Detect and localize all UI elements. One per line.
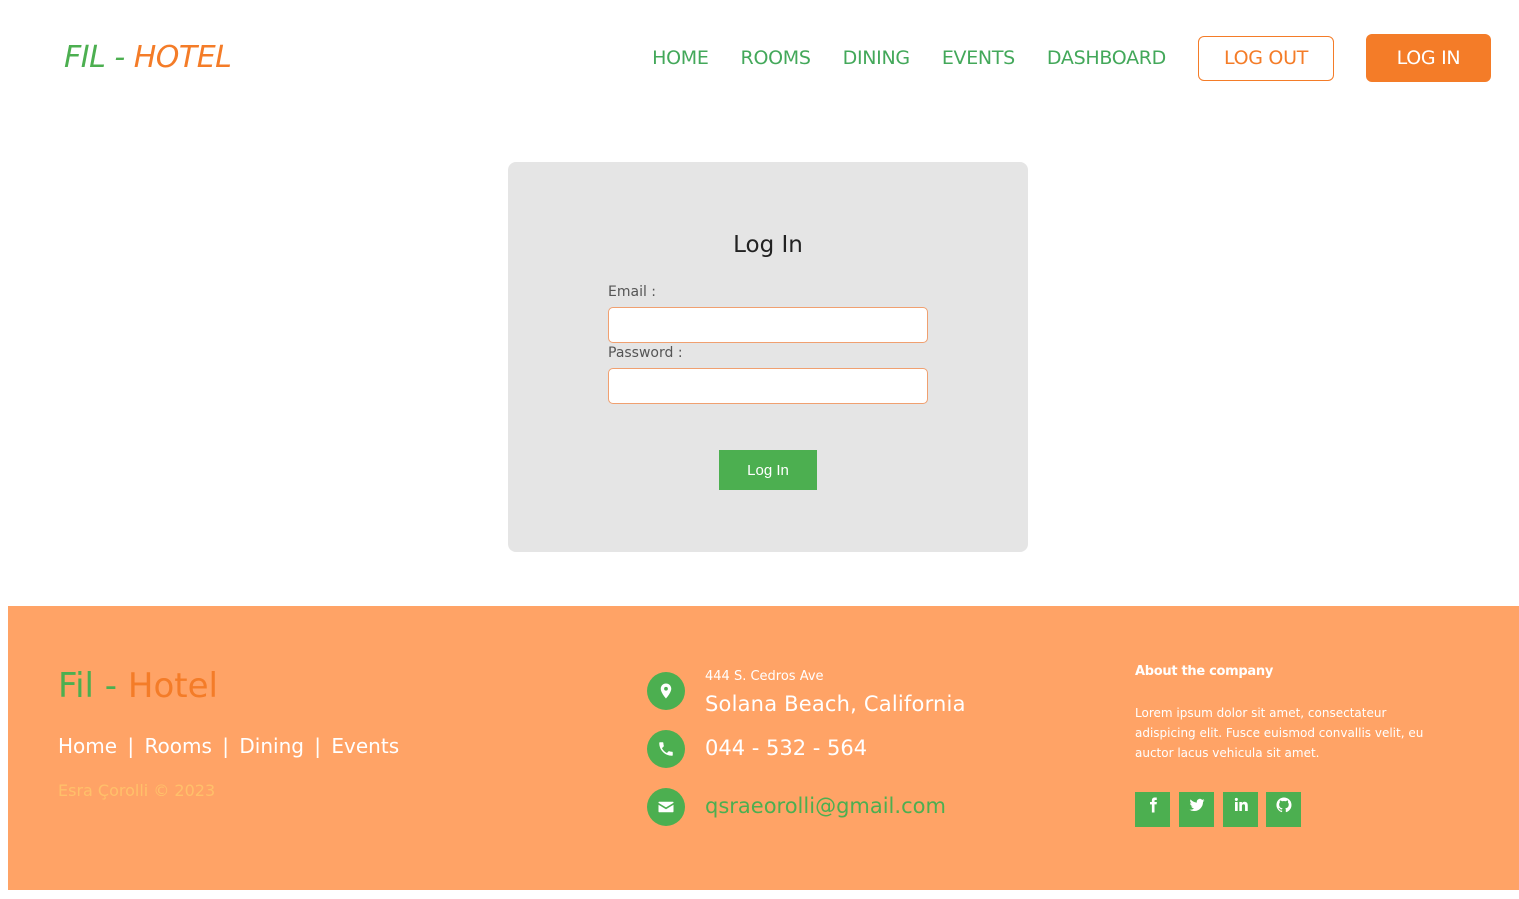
login-card: Log In Email : Password : Log In: [508, 162, 1028, 552]
twitter-icon[interactable]: [1179, 792, 1214, 827]
linkedin-icon[interactable]: [1223, 792, 1258, 827]
about-title: About the company: [1135, 664, 1273, 679]
footer-link-separator: |: [222, 734, 230, 758]
login-submit-button[interactable]: Log In: [719, 450, 817, 490]
address-street: 444 S. Cedros Ave: [705, 669, 824, 684]
footer-link-rooms[interactable]: Rooms: [145, 734, 212, 758]
footer-link-dining[interactable]: Dining: [239, 734, 304, 758]
address-city: Solana Beach, California: [705, 692, 966, 716]
copyright-text: Esra Çorolli © 2023: [58, 781, 216, 800]
map-pin-icon: [647, 672, 685, 710]
footer-brand-hotel: Hotel: [127, 666, 218, 706]
footer-link-home[interactable]: Home: [58, 734, 117, 758]
main-nav: HOME ROOMS DINING EVENTS DASHBOARD LOG O…: [652, 34, 1491, 82]
github-icon[interactable]: [1266, 792, 1301, 827]
email-label: Email :: [608, 284, 657, 300]
nav-dining[interactable]: DINING: [843, 47, 910, 69]
nav-events[interactable]: EVENTS: [942, 47, 1015, 69]
contact-email[interactable]: qsraeorolli@gmail.com: [705, 794, 946, 818]
footer-links: Home | Rooms | Dining | Events: [58, 734, 399, 758]
password-field[interactable]: [608, 368, 928, 404]
about-text: Lorem ipsum dolor sit amet, consectateur…: [1135, 706, 1424, 760]
password-label: Password :: [608, 345, 683, 361]
footer: Fil - Hotel Home | Rooms | Dining | Even…: [8, 606, 1519, 890]
nav-rooms[interactable]: ROOMS: [741, 47, 811, 69]
login-button[interactable]: LOG IN: [1366, 34, 1491, 82]
phone-number: 044 - 532 - 564: [705, 736, 868, 760]
phone-icon: [647, 730, 685, 768]
logo-text-hotel: HOTEL: [133, 40, 232, 75]
logout-button[interactable]: LOG OUT: [1198, 35, 1334, 81]
email-field[interactable]: [608, 307, 928, 343]
site-logo[interactable]: FIL - HOTEL: [64, 40, 232, 75]
login-title: Log In: [733, 232, 803, 258]
footer-link-separator: |: [314, 734, 322, 758]
footer-link-events[interactable]: Events: [331, 734, 399, 758]
logo-text-fil: FIL -: [64, 40, 125, 75]
footer-brand-fil: Fil -: [58, 666, 118, 706]
nav-home[interactable]: HOME: [652, 47, 709, 69]
footer-brand: Fil - Hotel: [58, 666, 218, 706]
nav-dashboard[interactable]: DASHBOARD: [1047, 47, 1166, 69]
footer-link-separator: |: [127, 734, 135, 758]
facebook-icon[interactable]: [1135, 792, 1170, 827]
envelope-icon: [647, 788, 685, 826]
